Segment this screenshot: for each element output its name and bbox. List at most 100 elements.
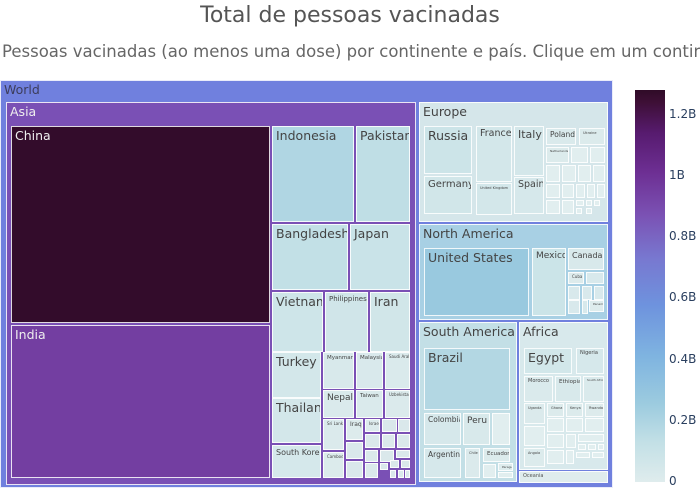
country-tile[interactable] [586, 208, 592, 214]
country-tile[interactable] [396, 450, 410, 458]
country-myanmar[interactable]: Myanmar [323, 352, 354, 389]
country-kenya[interactable]: Kenya [566, 403, 583, 417]
country-turkey[interactable]: Turkey [272, 352, 321, 398]
country-canada[interactable]: Canada [568, 248, 604, 270]
country-mexico[interactable]: Mexico [532, 248, 566, 316]
country-tile[interactable] [546, 184, 560, 198]
country-saudi-arabia[interactable]: Saudi Arabia [385, 352, 410, 389]
country-tile[interactable] [582, 300, 588, 314]
country-tile[interactable] [483, 464, 496, 478]
country-india[interactable]: India [11, 325, 270, 478]
country-tile[interactable] [547, 450, 564, 464]
country-nepal[interactable]: Nepal [323, 390, 354, 418]
country-ethiopia[interactable]: Ethiopia [555, 376, 581, 402]
country-cuba[interactable]: Cuba [568, 272, 584, 284]
country-iran[interactable]: Iran [370, 292, 410, 352]
country-russia[interactable]: Russia [424, 126, 472, 174]
country-tile[interactable] [576, 200, 584, 206]
country-paraguay[interactable]: Paraguay [498, 463, 513, 471]
country-tile[interactable] [578, 165, 591, 182]
country-tile[interactable] [576, 184, 585, 198]
country-tile[interactable] [365, 463, 378, 478]
country-france[interactable]: France [476, 126, 512, 182]
country-peru[interactable]: Peru [463, 413, 490, 445]
country-tile[interactable] [562, 165, 576, 182]
country-colombia[interactable]: Colombia [424, 413, 461, 445]
country-tile[interactable] [588, 444, 596, 450]
country-israel[interactable]: Israel [365, 419, 380, 432]
country-angola[interactable]: Angola [524, 448, 545, 467]
country-nigeria[interactable]: Nigeria [576, 348, 604, 374]
country-tile[interactable] [492, 413, 510, 445]
country-tile[interactable] [365, 450, 378, 462]
country-tile[interactable] [547, 418, 564, 432]
country-tile[interactable] [390, 460, 399, 468]
country-tile[interactable] [566, 418, 583, 432]
country-japan[interactable]: Japan [350, 224, 410, 290]
country-philippines[interactable]: Philippines [325, 292, 368, 352]
country-south-korea[interactable]: South Korea [272, 445, 321, 478]
country-uzbekistan[interactable]: Uzbekistan [385, 390, 410, 418]
country-iraq[interactable]: Iraq [346, 419, 363, 440]
country-tile[interactable] [571, 147, 588, 163]
country-spain[interactable]: Spain [514, 177, 544, 214]
country-italy[interactable]: Italy [514, 126, 544, 176]
country-indonesia[interactable]: Indonesia [272, 126, 354, 222]
country-tile[interactable] [398, 419, 410, 432]
country-malaysia[interactable]: Malaysia [356, 352, 383, 389]
country-tile[interactable] [585, 418, 604, 432]
country-tile[interactable] [578, 444, 586, 450]
country-thailand[interactable]: Thailand [272, 398, 321, 443]
country-tile[interactable] [576, 452, 590, 458]
country-tile[interactable] [397, 434, 410, 448]
country-tile[interactable] [582, 286, 592, 300]
country-tile[interactable] [390, 470, 396, 478]
country-tile[interactable] [562, 184, 574, 198]
country-vietnam[interactable]: Vietnam [272, 292, 323, 352]
country-tile[interactable] [405, 470, 410, 478]
country-tile[interactable] [590, 147, 605, 163]
country-pakistan[interactable]: Pakistan [356, 126, 410, 222]
country-sri-lanka[interactable]: Sri Lanka [323, 419, 344, 450]
country-tile[interactable] [594, 200, 600, 206]
country-tile[interactable] [568, 300, 580, 314]
country-tile[interactable] [398, 470, 404, 478]
country-germany[interactable]: Germany [424, 176, 472, 214]
country-ukraine[interactable]: Ukraine [579, 128, 605, 145]
country-tile[interactable] [586, 200, 592, 206]
country-tile[interactable] [598, 444, 604, 450]
country-tile[interactable] [365, 434, 380, 448]
country-tile[interactable] [498, 472, 513, 478]
country-cambodia[interactable]: Cambodia [323, 452, 344, 478]
country-tile[interactable] [546, 165, 560, 182]
country-ecuador[interactable]: Ecuador [483, 448, 510, 462]
country-tile[interactable] [346, 442, 363, 459]
country-tile[interactable] [382, 434, 395, 448]
country-tile[interactable] [401, 460, 410, 468]
country-tile[interactable] [546, 200, 560, 214]
country-tile[interactable] [587, 184, 595, 198]
country-tile[interactable] [382, 419, 397, 432]
country-tile[interactable] [593, 165, 605, 182]
country-tile[interactable] [594, 286, 604, 300]
country-chile[interactable]: Chile [465, 448, 480, 478]
country-brazil[interactable]: Brazil [424, 348, 510, 410]
country-tile[interactable] [576, 208, 582, 214]
country-morocco[interactable]: Morocco [524, 376, 553, 402]
country-tile[interactable] [346, 461, 363, 478]
country-tile[interactable] [547, 434, 564, 448]
country-tile[interactable] [578, 434, 604, 442]
country-tile[interactable] [380, 463, 388, 470]
country-tile[interactable] [524, 426, 545, 446]
country-uganda[interactable]: Uganda [524, 403, 545, 424]
country-china[interactable]: China [11, 126, 270, 323]
country-taiwan[interactable]: Taiwan [356, 390, 383, 418]
country-bangladesh[interactable]: Bangladesh [272, 224, 348, 290]
country-tile[interactable] [566, 450, 574, 464]
continent-oceania[interactable]: Oceania [519, 471, 608, 483]
country-poland[interactable]: Poland [546, 128, 576, 145]
country-panama[interactable]: Panama [589, 300, 604, 312]
country-argentina[interactable]: Argentina [424, 448, 461, 478]
country-united-states[interactable]: United States [424, 248, 529, 316]
country-rwanda[interactable]: Rwanda [585, 403, 604, 417]
